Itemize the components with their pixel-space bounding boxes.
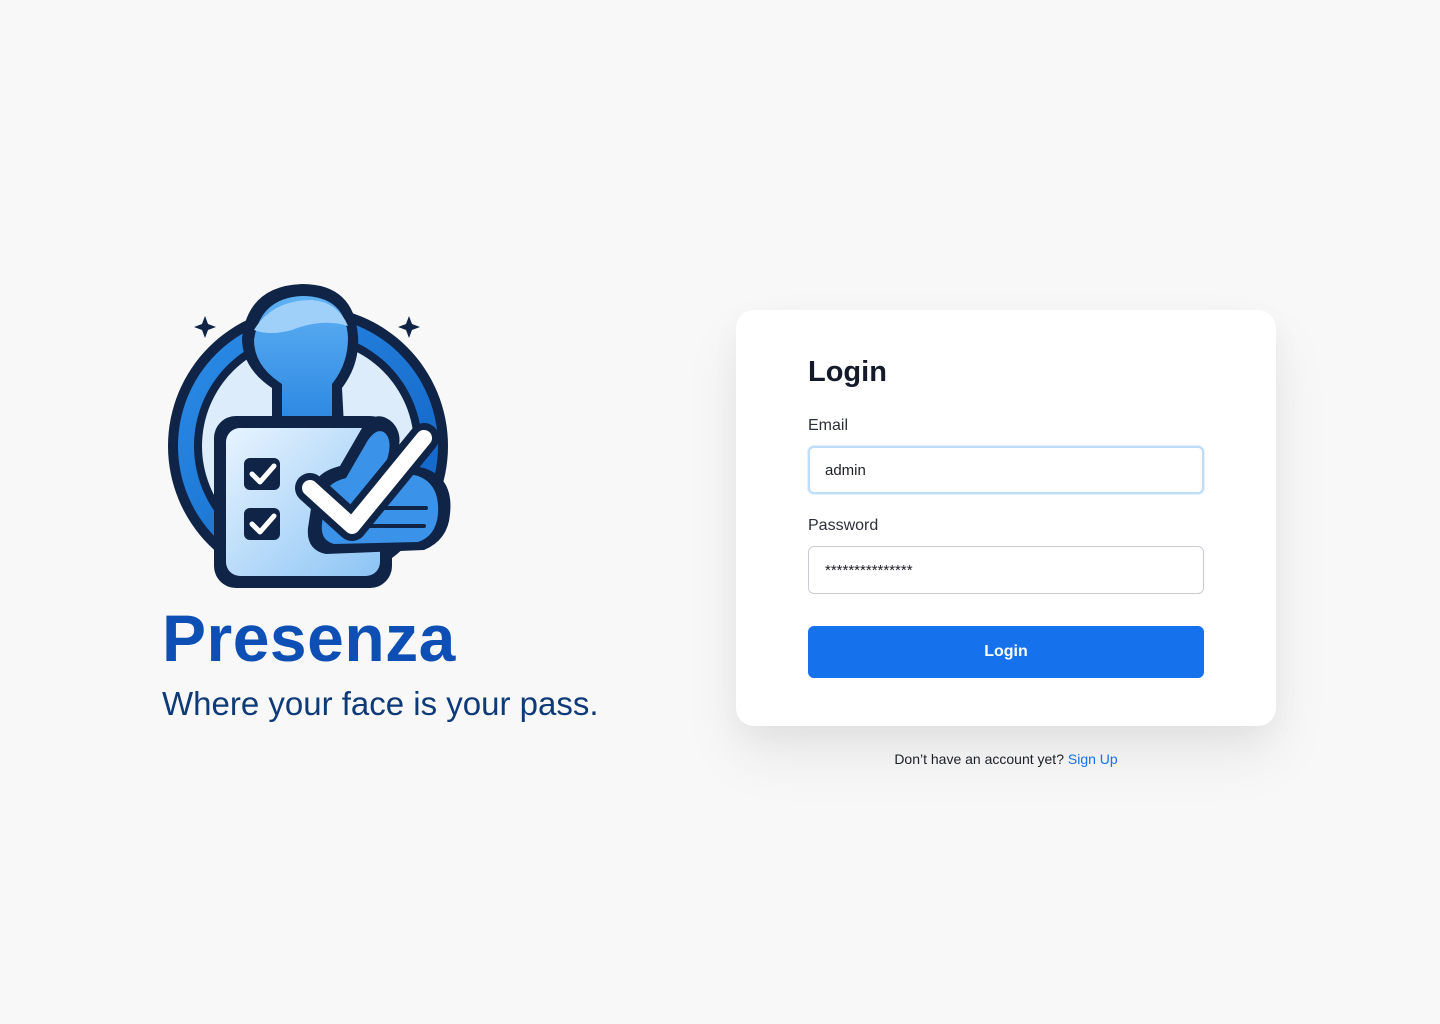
login-button[interactable]: Login (808, 626, 1204, 678)
password-label: Password (808, 517, 879, 534)
signup-link[interactable]: Sign Up (1068, 751, 1118, 767)
signup-prompt: Don’t have an account yet? Sign Up (736, 748, 1276, 770)
email-label: Email (808, 417, 849, 434)
brand-tagline: Where your face is your pass. (162, 685, 599, 722)
brand-name: Presenza (162, 601, 456, 675)
login-title: Login (808, 356, 887, 388)
password-field[interactable] (808, 546, 1204, 594)
email-field[interactable] (808, 446, 1204, 494)
presenza-logo-icon (168, 284, 451, 588)
signup-prompt-text: Don’t have an account yet? (894, 751, 1064, 767)
login-card: Login Email Password Login (736, 310, 1276, 726)
